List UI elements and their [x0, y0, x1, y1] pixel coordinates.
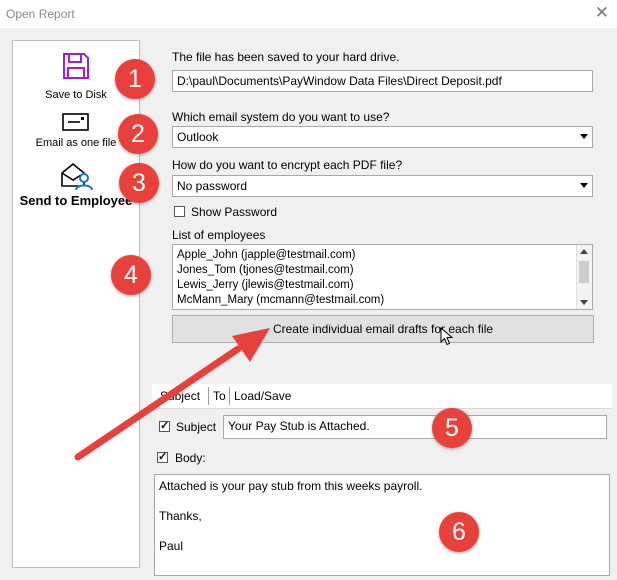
step-badge-2: 2	[118, 114, 158, 154]
annotation-arrow-icon	[74, 328, 270, 461]
step-badge-4: 4	[111, 255, 151, 295]
step-badge-6: 6	[439, 512, 479, 552]
step-badge-5: 5	[432, 408, 472, 448]
step-badge-3: 3	[119, 163, 159, 203]
step-badge-1: 1	[115, 59, 155, 99]
